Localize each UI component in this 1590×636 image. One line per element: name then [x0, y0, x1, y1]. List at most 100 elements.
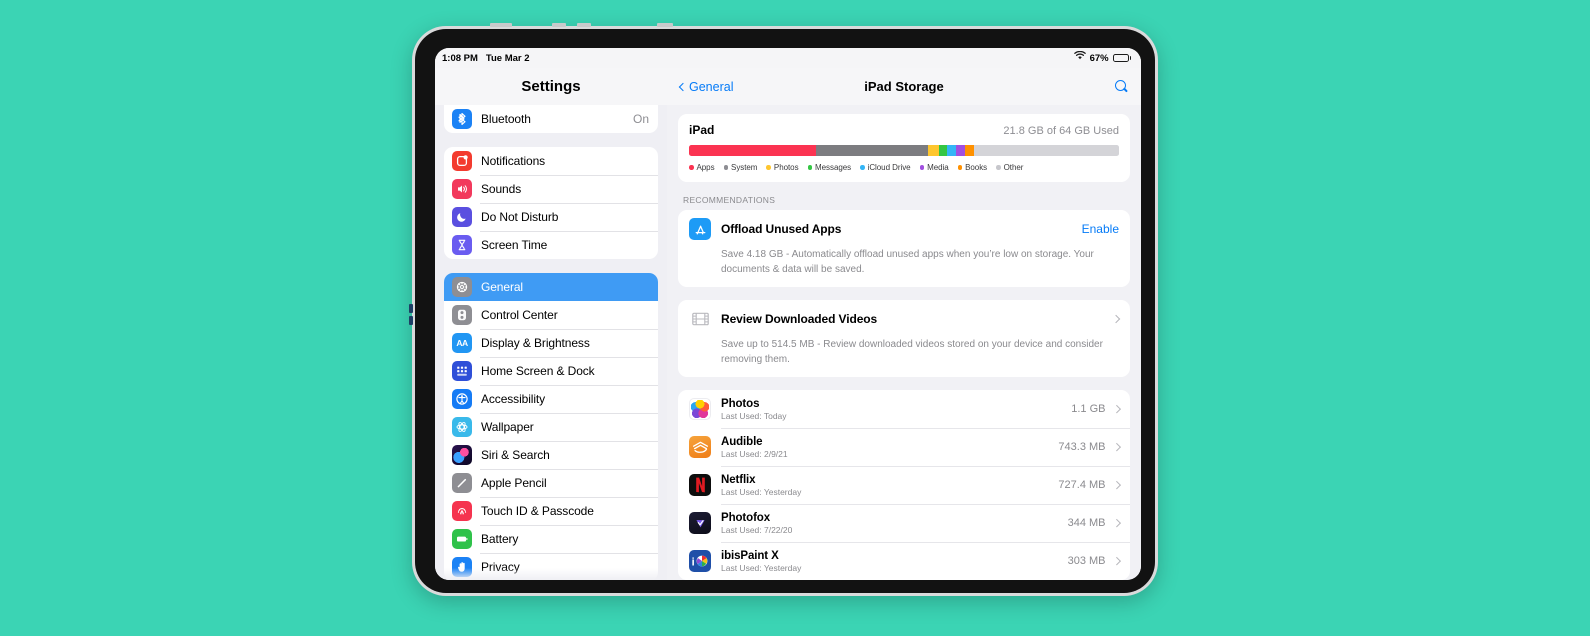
apps-storage-list: Photos Last Used: Today 1.1 GB Audible Last … [678, 390, 1130, 580]
wallpaper-icon [452, 417, 472, 437]
device-button-nub [552, 23, 566, 27]
sidebar-item-label: General [481, 280, 523, 294]
app-size: 303 MB [1067, 555, 1106, 567]
app-size: 1.1 GB [1071, 403, 1106, 415]
back-button[interactable]: General [678, 80, 733, 94]
app-store-icon [689, 218, 711, 240]
sidebar-item-value: On [632, 112, 649, 126]
search-button[interactable] [1115, 80, 1128, 93]
screen-time-icon [452, 235, 472, 255]
sidebar-item-label: Bluetooth [481, 112, 531, 126]
audible-app-icon [689, 436, 711, 458]
apple-pencil-icon [452, 473, 472, 493]
app-text-block: Audible Last Used: 2/9/21 [721, 436, 788, 459]
sidebar-group: Notifications Sounds Do Not Disturb Screen … [444, 147, 658, 259]
app-storage-row[interactable]: Photos Last Used: Today 1.1 GB [678, 390, 1130, 428]
device-button-nub [657, 23, 673, 27]
split-view: Settings Bluetooth On Notifications Sounds D… [435, 68, 1141, 580]
storage-legend-label: System [731, 163, 758, 172]
storage-legend-item: System [723, 163, 758, 172]
recommendation-header[interactable]: Review Downloaded Videos [678, 300, 1130, 337]
chevron-right-icon[interactable] [1112, 405, 1121, 413]
sidebar-item-apple-pencil[interactable]: Apple Pencil [444, 469, 658, 497]
chevron-right-icon[interactable] [1112, 443, 1121, 451]
sidebar-item-general[interactable]: General [444, 273, 658, 301]
sidebar-item-battery[interactable]: Battery [444, 525, 658, 553]
sidebar-item-siri-search[interactable]: Siri & Search [444, 441, 658, 469]
sidebar-item-notifications[interactable]: Notifications [444, 147, 658, 175]
accessibility-icon [452, 389, 472, 409]
photofox-app-icon [689, 512, 711, 534]
chevron-right-icon[interactable] [1112, 481, 1121, 489]
ibispaint-app-icon: i [689, 550, 711, 572]
storage-legend-label: Books [965, 163, 988, 172]
app-text-block: Photos Last Used: Today [721, 398, 787, 421]
sidebar-item-display-brightness[interactable]: AA Display & Brightness [444, 329, 658, 357]
sidebar-item-label: Apple Pencil [481, 476, 547, 490]
chevron-right-icon[interactable] [1111, 314, 1121, 324]
sidebar-item-label: Wallpaper [481, 420, 534, 434]
sidebar-item-label: Touch ID & Passcode [481, 504, 594, 518]
do-not-disturb-icon [452, 207, 472, 227]
enable-button[interactable]: Enable [1082, 222, 1119, 236]
sidebar-item-home-screen-dock[interactable]: Home Screen & Dock [444, 357, 658, 385]
legend-dot-icon [957, 165, 963, 170]
app-name: ibisPaint X [721, 549, 779, 562]
ipad-screen: 1:08 PM Tue Mar 2 67% Settings Bluetooth… [435, 48, 1141, 580]
status-bar-right: 67% [1073, 50, 1131, 64]
storage-legend-item: Photos [766, 163, 799, 172]
sidebar-item-bluetooth[interactable]: Bluetooth On [444, 105, 658, 133]
bluetooth-icon [452, 109, 472, 129]
sidebar-item-touch-id-passcode[interactable]: Touch ID & Passcode [444, 497, 658, 525]
sidebar-group: General Control Center AA Display & Brightn… [444, 273, 658, 580]
control-center-icon [452, 305, 472, 325]
storage-segment-messages [938, 145, 948, 156]
detail-nav-bar: General iPad Storage [667, 68, 1141, 105]
battery-icon [1112, 54, 1131, 62]
detail-scroll-area[interactable]: iPad 21.8 GB of 64 GB Used Apps System Pho… [667, 105, 1141, 580]
sidebar-title: Settings [435, 68, 667, 105]
recommendation-card[interactable]: Review Downloaded Videos Save up to 514.5… [678, 300, 1130, 377]
sidebar-item-control-center[interactable]: Control Center [444, 301, 658, 329]
chevron-right-icon[interactable] [1112, 557, 1121, 565]
sidebar-item-label: Control Center [481, 308, 558, 322]
app-name: Photofox [721, 511, 771, 524]
sidebar-item-sounds[interactable]: Sounds [444, 175, 658, 203]
legend-dot-icon [723, 165, 729, 170]
app-storage-row[interactable]: Photofox Last Used: 7/22/20 344 MB [678, 504, 1130, 542]
sidebar-item-accessibility[interactable]: Accessibility [444, 385, 658, 413]
storage-segment-books [965, 145, 975, 156]
recommendation-description: Save 4.18 GB - Automatically offload unu… [721, 249, 1094, 275]
recommendation-card[interactable]: Offload Unused Apps Enable Save 4.18 GB - … [678, 210, 1130, 287]
sidebar-item-label: Sounds [481, 182, 522, 196]
app-last-used: Last Used: Yesterday [721, 486, 802, 497]
sidebar-item-label: Display & Brightness [481, 336, 590, 350]
storage-legend-label: Other [1003, 163, 1024, 172]
notifications-icon [452, 151, 472, 171]
storage-summary-card: iPad 21.8 GB of 64 GB Used Apps System Pho… [678, 114, 1130, 182]
sidebar-item-label: Siri & Search [481, 448, 550, 462]
status-bar-left: 1:08 PM Tue Mar 2 [442, 53, 530, 64]
sidebar-item-privacy[interactable]: Privacy [444, 553, 658, 580]
app-text-block: ibisPaint X Last Used: Yesterday [721, 550, 801, 573]
storage-legend-label: iCloud Drive [867, 163, 911, 172]
sidebar-item-do-not-disturb[interactable]: Do Not Disturb [444, 203, 658, 231]
sidebar-item-screen-time[interactable]: Screen Time [444, 231, 658, 259]
recommendation-header[interactable]: Offload Unused Apps Enable [678, 210, 1130, 247]
storage-usage-bar [689, 145, 1119, 156]
app-storage-row[interactable]: Netflix Last Used: Yesterday 727.4 MB [678, 466, 1130, 504]
app-text-block: Photofox Last Used: 7/22/20 [721, 512, 792, 535]
device-side-nub [409, 304, 413, 313]
battery-percent-label: 67% [1089, 52, 1109, 64]
app-size: 743.3 MB [1058, 441, 1106, 453]
legend-dot-icon [807, 165, 813, 170]
app-storage-row[interactable]: i ibisPaint X Last Used: Yesterday 303 MB [678, 542, 1130, 580]
search-icon [1115, 80, 1128, 93]
sidebar-scroll-area[interactable]: Bluetooth On Notifications Sounds Do Not Dis… [435, 105, 667, 580]
app-storage-row[interactable]: Audible Last Used: 2/9/21 743.3 MB [678, 428, 1130, 466]
storage-segment-system [815, 145, 928, 156]
chevron-right-icon[interactable] [1112, 519, 1121, 527]
sidebar-item-label: Battery [481, 532, 519, 546]
status-time: 1:08 PM [442, 52, 478, 64]
sidebar-item-wallpaper[interactable]: Wallpaper [444, 413, 658, 441]
